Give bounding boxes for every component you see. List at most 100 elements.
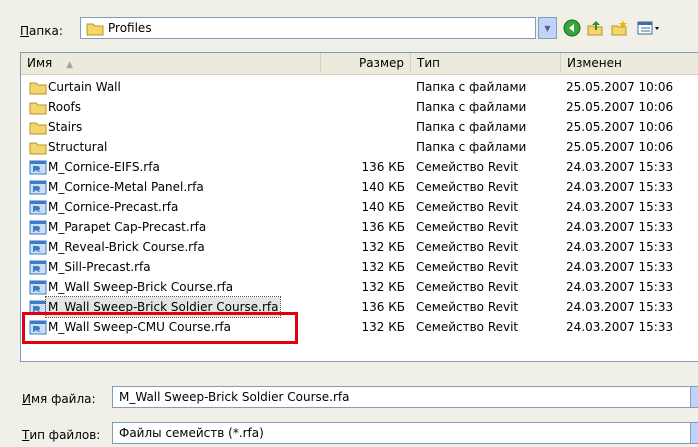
folder-icon bbox=[29, 142, 47, 155]
file-modified: 24.03.2007 15:33 bbox=[566, 180, 674, 194]
file-modified: 24.03.2007 15:33 bbox=[566, 200, 674, 214]
folder-label: Папка: bbox=[20, 24, 63, 38]
file-row[interactable]: M_Wall Sweep-Brick Course.rfa 132 КБ Семей… bbox=[21, 277, 698, 297]
sort-ascending-icon: ▲ bbox=[66, 60, 73, 70]
chevron-down-icon: ▼ bbox=[544, 23, 551, 33]
file-name: M_Cornice-Metal Panel.rfa bbox=[48, 180, 204, 194]
filename-dropdown-arrow[interactable] bbox=[690, 386, 698, 408]
file-type: Папка с файлами bbox=[416, 100, 527, 114]
folder-dropdown[interactable]: Profiles bbox=[80, 17, 536, 39]
filetype-select[interactable]: Файлы семейств (*.rfa) bbox=[112, 422, 698, 444]
highlight-annotation-box bbox=[22, 312, 298, 344]
folder-dropdown-arrow[interactable]: ▼ bbox=[538, 17, 557, 39]
file-name: M_Cornice-EIFS.rfa bbox=[48, 160, 160, 174]
filetype-label-text: ип файлов: bbox=[29, 428, 101, 442]
file-type: Семейство Revit bbox=[416, 320, 519, 334]
back-arrow-icon bbox=[563, 19, 581, 37]
revit-family-icon bbox=[29, 280, 47, 295]
file-name: Stairs bbox=[48, 120, 83, 134]
file-modified: 25.05.2007 10:06 bbox=[566, 140, 674, 154]
revit-family-icon bbox=[29, 240, 47, 255]
file-row[interactable]: M_Cornice-Metal Panel.rfa 140 КБ Семейство… bbox=[21, 177, 698, 197]
file-type: Папка с файлами bbox=[416, 140, 527, 154]
folder-icon bbox=[29, 102, 47, 115]
column-header-name[interactable]: Имя ▲ bbox=[21, 53, 321, 73]
filetype-value: Файлы семейств (*.rfa) bbox=[119, 426, 264, 440]
file-type: Семейство Revit bbox=[416, 300, 519, 314]
column-modified-label: Изменен bbox=[567, 56, 622, 70]
file-modified: 25.05.2007 10:06 bbox=[566, 80, 674, 94]
new-folder-button[interactable] bbox=[609, 18, 629, 38]
filename-label-hotkey: И bbox=[22, 392, 31, 406]
file-modified: 24.03.2007 15:33 bbox=[566, 260, 674, 274]
file-name: M_Sill-Precast.rfa bbox=[48, 260, 151, 274]
revit-family-icon bbox=[29, 200, 47, 215]
revit-family-icon bbox=[29, 260, 47, 275]
folder-icon bbox=[86, 23, 104, 36]
folder-label-text: апка: bbox=[29, 24, 63, 38]
back-button[interactable] bbox=[562, 18, 582, 38]
up-folder-button[interactable] bbox=[585, 18, 605, 38]
file-modified: 24.03.2007 15:33 bbox=[566, 280, 674, 294]
filename-input[interactable]: M_Wall Sweep-Brick Soldier Course.rfa bbox=[112, 386, 698, 408]
filetype-dropdown-arrow[interactable] bbox=[690, 422, 698, 444]
file-modified: 24.03.2007 15:33 bbox=[566, 320, 674, 334]
revit-family-icon bbox=[29, 180, 47, 195]
file-type: Семейство Revit bbox=[416, 240, 519, 254]
views-menu-button[interactable] bbox=[635, 18, 663, 38]
file-size: 132 КБ bbox=[361, 280, 405, 294]
file-type: Папка с файлами bbox=[416, 80, 527, 94]
filename-value: M_Wall Sweep-Brick Soldier Course.rfa bbox=[119, 390, 350, 404]
column-header-size[interactable]: Размер bbox=[321, 53, 411, 73]
file-size: 132 КБ bbox=[361, 320, 405, 334]
file-row[interactable]: Roofs Папка с файлами 25.05.2007 10:06 bbox=[21, 97, 698, 117]
file-size: 136 КБ bbox=[361, 220, 405, 234]
file-name: M_Parapet Cap-Precast.rfa bbox=[48, 220, 207, 234]
file-type: Семейство Revit bbox=[416, 220, 519, 234]
file-modified: 24.03.2007 15:33 bbox=[566, 220, 674, 234]
column-header-modified[interactable]: Изменен bbox=[561, 53, 698, 73]
folder-label-hotkey: П bbox=[20, 24, 30, 38]
file-row[interactable]: Curtain Wall Папка с файлами 25.05.2007 10… bbox=[21, 77, 698, 97]
column-size-label: Размер bbox=[358, 56, 404, 70]
column-type-label: Тип bbox=[417, 56, 440, 70]
file-row[interactable]: M_Sill-Precast.rfa 132 КБ Семейство Revit 2… bbox=[21, 257, 698, 277]
file-type: Семейство Revit bbox=[416, 280, 519, 294]
filename-label-text: мя файла: bbox=[30, 392, 96, 406]
file-modified: 24.03.2007 15:33 bbox=[566, 300, 674, 314]
file-row[interactable]: Structural Папка с файлами 25.05.2007 10:0… bbox=[21, 137, 698, 157]
file-size: 140 КБ bbox=[361, 180, 405, 194]
file-name: Roofs bbox=[48, 100, 81, 114]
file-row[interactable]: M_Parapet Cap-Precast.rfa 136 КБ Семейство… bbox=[21, 217, 698, 237]
file-size: 136 КБ bbox=[361, 300, 405, 314]
file-row[interactable]: M_Cornice-EIFS.rfa 136 КБ Семейство Revit 2… bbox=[21, 157, 698, 177]
file-modified: 25.05.2007 10:06 bbox=[566, 100, 674, 114]
filetype-label: Тип файлов: bbox=[22, 428, 100, 442]
file-modified: 24.03.2007 15:33 bbox=[566, 160, 674, 174]
file-row[interactable]: M_Reveal-Brick Course.rfa 132 КБ Семейство… bbox=[21, 237, 698, 257]
revit-family-icon bbox=[29, 160, 47, 175]
file-name: Structural bbox=[48, 140, 108, 154]
file-row[interactable]: M_Cornice-Precast.rfa 140 КБ Семейство Rev… bbox=[21, 197, 698, 217]
column-header-type[interactable]: Тип bbox=[411, 53, 561, 73]
file-name: M_Cornice-Precast.rfa bbox=[48, 200, 179, 214]
file-size: 132 КБ bbox=[361, 240, 405, 254]
file-size: 140 КБ bbox=[361, 200, 405, 214]
folder-icon bbox=[29, 82, 47, 95]
filename-label: Имя файла: bbox=[22, 392, 96, 406]
file-size: 136 КБ bbox=[361, 160, 405, 174]
list-header: Имя ▲ Размер Тип Изменен bbox=[21, 53, 698, 75]
column-name-label: Имя bbox=[27, 56, 53, 70]
folder-icon bbox=[29, 122, 47, 135]
file-modified: 24.03.2007 15:33 bbox=[566, 240, 674, 254]
file-modified: 25.05.2007 10:06 bbox=[566, 120, 674, 134]
folder-name: Profiles bbox=[108, 21, 152, 35]
file-list[interactable]: Имя ▲ Размер Тип Изменен Curtain Wall Пап… bbox=[20, 52, 698, 362]
file-name: Curtain Wall bbox=[48, 80, 121, 94]
views-icon bbox=[637, 21, 659, 35]
file-name: M_Reveal-Brick Course.rfa bbox=[48, 240, 205, 254]
file-row[interactable]: Stairs Папка с файлами 25.05.2007 10:06 bbox=[21, 117, 698, 137]
file-type: Семейство Revit bbox=[416, 160, 519, 174]
file-type: Папка с файлами bbox=[416, 120, 527, 134]
revit-family-icon bbox=[29, 220, 47, 235]
